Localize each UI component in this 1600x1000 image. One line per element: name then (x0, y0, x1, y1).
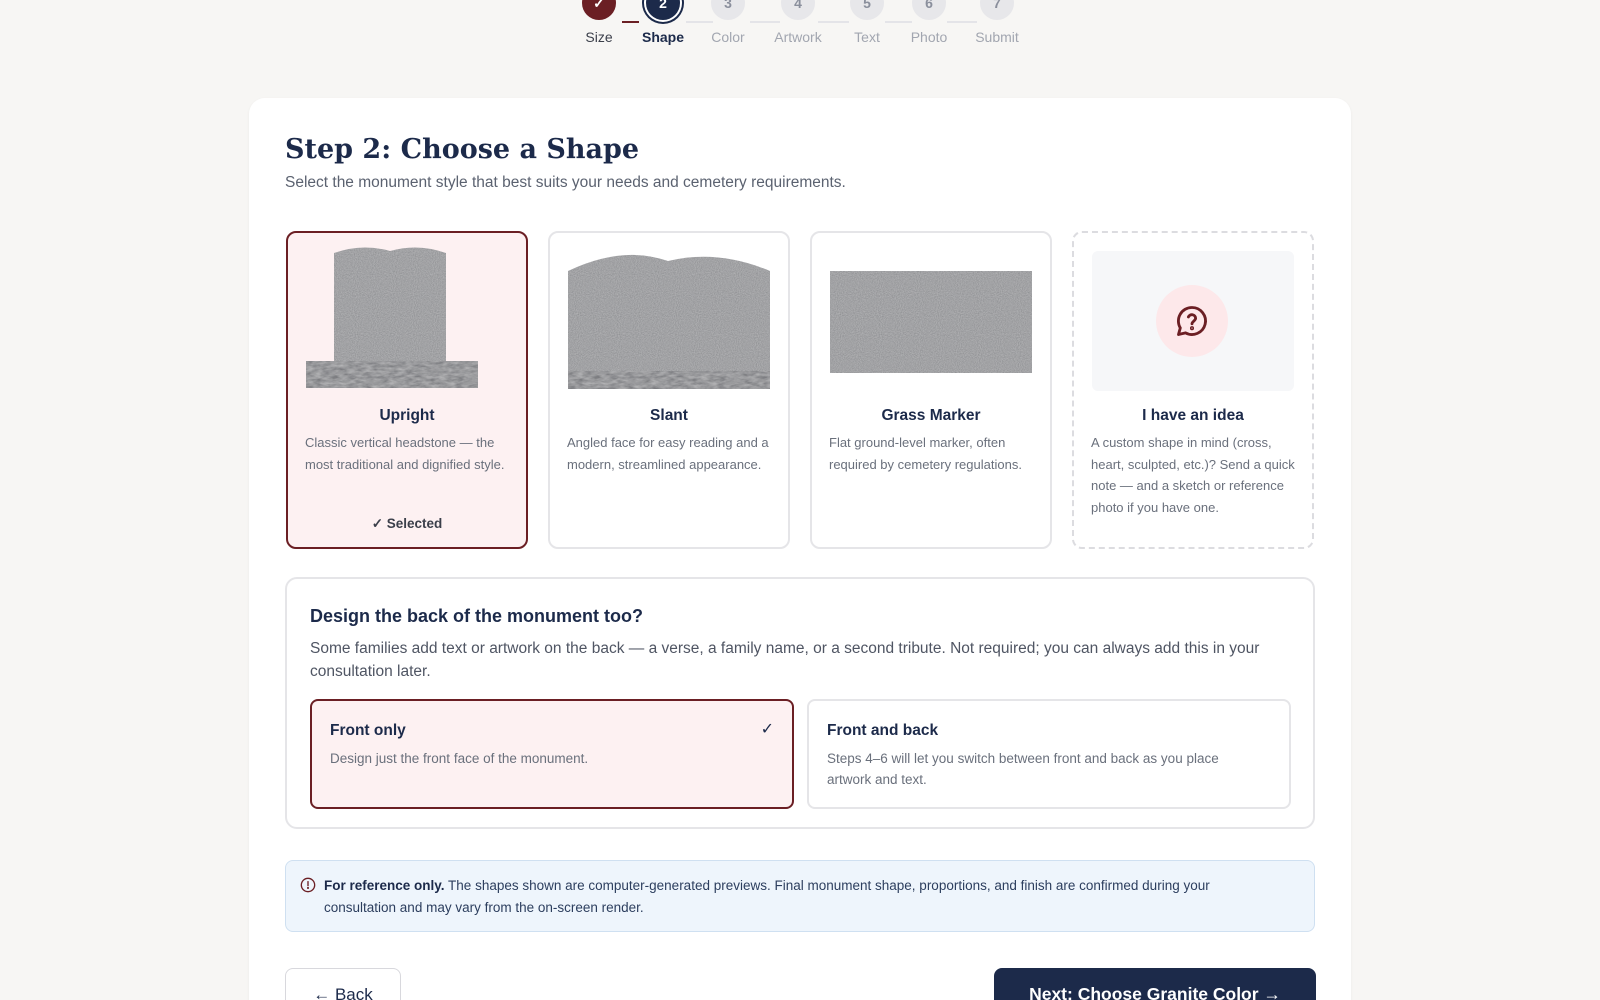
selected-indicator: ✓ Selected (371, 516, 443, 531)
option-description: Steps 4–6 will let you switch between fr… (827, 751, 1219, 787)
upright-headstone-image (306, 247, 478, 388)
option-title: Front and back (827, 722, 939, 739)
back-design-section: Design the back of the monument too? Som… (285, 577, 1315, 829)
shape-description: Classic vertical headstone — the most tr… (305, 435, 505, 472)
notice-body: The shapes shown are computer-generated … (324, 878, 1210, 915)
slant-monument-image (568, 254, 770, 389)
shape-name: I have an idea (1142, 407, 1244, 424)
shape-card-grass-marker[interactable]: Grass Marker Flat ground-level marker, o… (810, 231, 1052, 549)
back-section-title: Design the back of the monument too? (310, 606, 644, 626)
shape-description: Angled face for easy reading and a moder… (567, 435, 769, 472)
step-number: 5 (850, 0, 884, 20)
page-subtitle: Select the monument style that best suit… (285, 174, 846, 191)
step-label: Submit (975, 29, 1019, 45)
notice-text: For reference only. The shapes shown are… (324, 875, 1274, 918)
step-number: 3 (711, 0, 745, 20)
info-icon (300, 877, 316, 893)
notice-bold: For reference only. (324, 878, 445, 893)
step-number: 2 (646, 0, 680, 20)
step-artwork: 4 Artwork (758, 0, 838, 45)
shape-card-custom-idea[interactable]: I have an idea A custom shape in mind (c… (1072, 231, 1314, 549)
shape-description: A custom shape in mind (cross, heart, sc… (1091, 435, 1295, 515)
step-number: 4 (781, 0, 815, 20)
shape-card-upright[interactable]: Upright Classic vertical headstone — the… (286, 231, 528, 549)
step-color: 3 Color (688, 0, 768, 45)
check-icon: ✓ (760, 721, 774, 738)
next-button[interactable]: Next: Choose Granite Color → (994, 968, 1316, 1000)
option-front-only[interactable]: Front only Design just the front face of… (310, 699, 794, 809)
page-title: Step 2: Choose a Shape (285, 134, 640, 165)
shape-description: Flat ground-level marker, often required… (829, 435, 1022, 472)
main-card: Step 2: Choose a Shape Select the monume… (249, 98, 1351, 1000)
step-number: 7 (980, 0, 1014, 20)
question-bubble-icon (1156, 285, 1228, 357)
idea-placeholder (1092, 251, 1294, 391)
option-description: Design just the front face of the monume… (330, 751, 589, 766)
option-title: Front only (330, 722, 406, 739)
step-size-check-icon: ✓ (582, 0, 616, 20)
progress-stepper: ✓ Size 2 Shape 3 Color 4 Artwork 5 Text … (0, 0, 1600, 56)
step-number: 6 (912, 0, 946, 20)
step-label: Color (711, 29, 745, 45)
step-submit: 7 Submit (957, 0, 1037, 45)
shape-card-slant[interactable]: Slant Angled face for easy reading and a… (548, 231, 790, 549)
grass-marker-image (830, 271, 1032, 373)
reference-notice: For reference only. The shapes shown are… (285, 860, 1315, 932)
shape-name: Slant (650, 407, 688, 424)
back-section-description: Some families add text or artwork on the… (310, 640, 1260, 680)
shape-name: Upright (379, 407, 435, 424)
shape-name: Grass Marker (881, 407, 981, 424)
step-label: Artwork (774, 29, 822, 45)
option-front-and-back[interactable]: Front and back Steps 4–6 will let you sw… (807, 699, 1291, 809)
back-button[interactable]: ← Back (285, 968, 401, 1000)
